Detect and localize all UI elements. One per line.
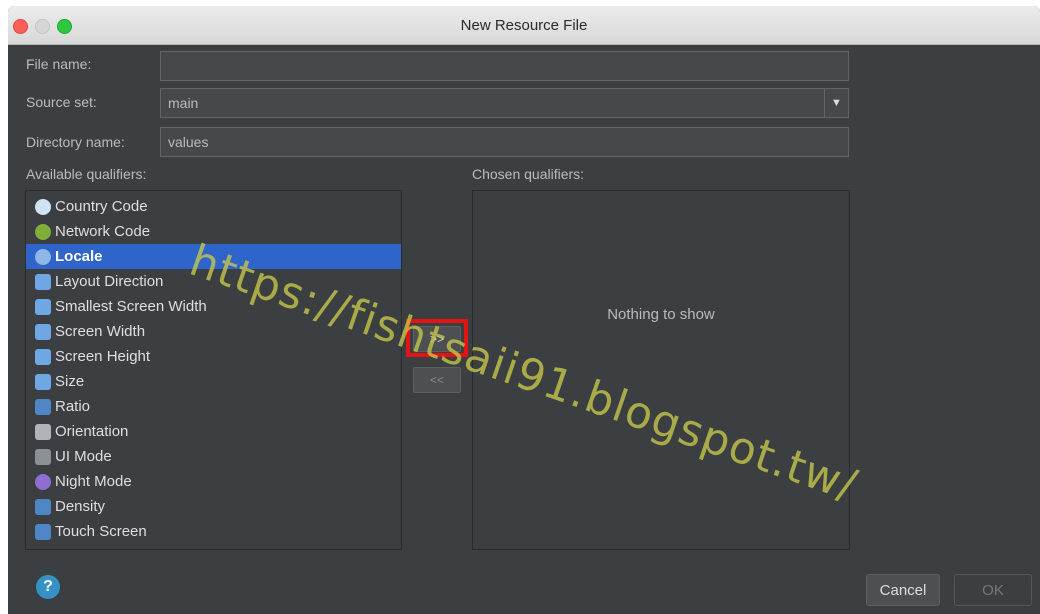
qualifier-density[interactable]: Density	[26, 494, 401, 519]
qualifier-night-mode[interactable]: Night Mode	[26, 469, 401, 494]
ok-button[interactable]: OK	[954, 574, 1032, 606]
qualifier-locale[interactable]: Locale	[26, 244, 401, 269]
help-button[interactable]: ?	[36, 575, 60, 599]
density-icon	[35, 498, 51, 515]
country-code-icon	[35, 198, 51, 215]
screen-height-icon	[35, 348, 51, 365]
ratio-icon	[35, 398, 51, 415]
source-set-label: Source set:	[26, 94, 97, 110]
qualifier-label: Smallest Screen Width	[55, 298, 207, 315]
qualifier-country-code[interactable]: Country Code	[26, 194, 401, 219]
network-code-icon	[35, 223, 51, 240]
qualifier-touch-screen[interactable]: Touch Screen	[26, 519, 401, 544]
file-name-input[interactable]	[160, 51, 849, 81]
qualifier-label: Night Mode	[55, 473, 132, 490]
cancel-button[interactable]: Cancel	[866, 574, 940, 606]
night-mode-icon	[35, 473, 51, 490]
available-qualifiers-list: Country Code Network Code Locale Layout …	[25, 190, 402, 550]
layout-direction-icon	[35, 273, 51, 290]
directory-name-label: Directory name:	[26, 134, 125, 150]
chosen-qualifiers-list: Nothing to show	[472, 190, 850, 550]
qualifier-label: Touch Screen	[55, 523, 147, 540]
empty-state-text: Nothing to show	[607, 306, 715, 323]
qualifier-label: Density	[55, 498, 106, 515]
qualifier-network-code[interactable]: Network Code	[26, 219, 401, 244]
source-set-value: main	[168, 95, 199, 111]
qualifier-label: Network Code	[55, 223, 151, 240]
chosen-qualifiers-label: Chosen qualifiers:	[472, 166, 585, 182]
qualifier-screen-width[interactable]: Screen Width	[26, 319, 401, 344]
screen-width-icon	[35, 323, 51, 340]
qualifier-label: Layout Direction	[55, 273, 164, 290]
source-set-select[interactable]: main ▼	[160, 88, 849, 118]
remove-qualifier-button[interactable]: <<	[413, 367, 461, 393]
qualifier-smallest-screen-width[interactable]: Smallest Screen Width	[26, 294, 401, 319]
qualifier-size[interactable]: Size	[26, 369, 401, 394]
orientation-icon	[35, 423, 51, 440]
ui-mode-icon	[35, 448, 51, 465]
size-icon	[35, 373, 51, 390]
qualifier-label: Ratio	[55, 398, 91, 415]
available-qualifiers-label: Available qualifiers:	[26, 166, 147, 182]
qualifier-label: Screen Width	[55, 323, 146, 340]
qualifier-label: Size	[55, 373, 85, 390]
smallest-width-icon	[35, 298, 51, 315]
qualifier-label: Locale	[55, 248, 103, 265]
highlight-box	[406, 319, 468, 357]
locale-globe-icon	[35, 248, 51, 265]
touch-screen-icon	[35, 523, 51, 540]
qualifier-label: Screen Height	[55, 348, 151, 365]
qualifier-label: UI Mode	[55, 448, 112, 465]
qualifier-label: Country Code	[55, 198, 148, 215]
title-bar: New Resource File	[8, 6, 1040, 45]
file-name-label: File name:	[26, 56, 92, 72]
qualifier-layout-direction[interactable]: Layout Direction	[26, 269, 401, 294]
qualifier-orientation[interactable]: Orientation	[26, 419, 401, 444]
qualifier-label: Orientation	[55, 423, 129, 440]
qualifier-ui-mode[interactable]: UI Mode	[26, 444, 401, 469]
dropdown-arrow-icon[interactable]: ▼	[824, 89, 848, 117]
window-title: New Resource File	[460, 17, 588, 34]
qualifier-ratio[interactable]: Ratio	[26, 394, 401, 419]
qualifier-screen-height[interactable]: Screen Height	[26, 344, 401, 369]
directory-name-input[interactable]: values	[160, 127, 849, 157]
